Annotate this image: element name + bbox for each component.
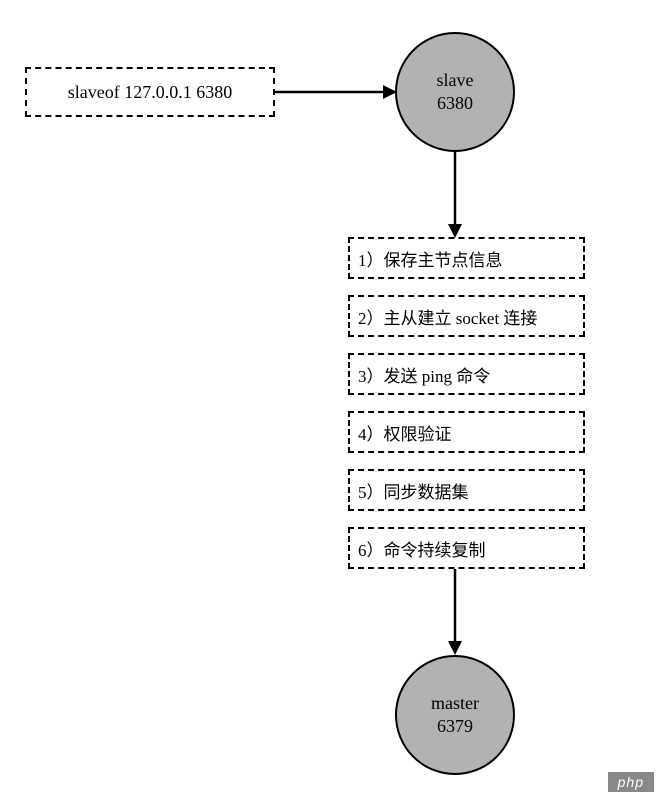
step-num-5: 5） [358, 478, 384, 503]
arrow-slave-to-steps [445, 152, 475, 242]
step-num-4: 4） [358, 420, 384, 445]
step-box-3: 3） 发送 ping 命令 [348, 353, 585, 395]
slave-port: 6380 [437, 92, 473, 115]
command-text: slaveof 127.0.0.1 6380 [68, 82, 232, 103]
arrow-steps-to-master [445, 569, 475, 659]
watermark-text: php [618, 774, 644, 790]
step-box-5: 5） 同步数据集 [348, 469, 585, 511]
slave-label: slave [437, 69, 474, 92]
step-text-5: 同步数据集 [384, 478, 469, 503]
step-box-2: 2） 主从建立 socket 连接 [348, 295, 585, 337]
step-text-3: 发送 ping 命令 [384, 362, 491, 387]
arrow-command-to-slave [275, 80, 400, 110]
step-box-1: 1） 保存主节点信息 [348, 237, 585, 279]
step-num-1: 1） [358, 246, 384, 271]
step-num-3: 3） [358, 362, 384, 387]
step-text-1: 保存主节点信息 [384, 246, 503, 271]
watermark: php [608, 772, 654, 792]
step-num-2: 2） [358, 304, 384, 329]
step-text-2: 主从建立 socket 连接 [384, 304, 538, 329]
master-port: 6379 [437, 715, 473, 738]
step-text-6: 命令持续复制 [384, 536, 486, 561]
step-box-4: 4） 权限验证 [348, 411, 585, 453]
master-node: master 6379 [395, 655, 515, 775]
master-label: master [431, 692, 479, 715]
step-text-4: 权限验证 [384, 420, 452, 445]
step-box-6: 6） 命令持续复制 [348, 527, 585, 569]
step-num-6: 6） [358, 536, 384, 561]
slave-node: slave 6380 [395, 32, 515, 152]
command-box: slaveof 127.0.0.1 6380 [25, 67, 275, 117]
